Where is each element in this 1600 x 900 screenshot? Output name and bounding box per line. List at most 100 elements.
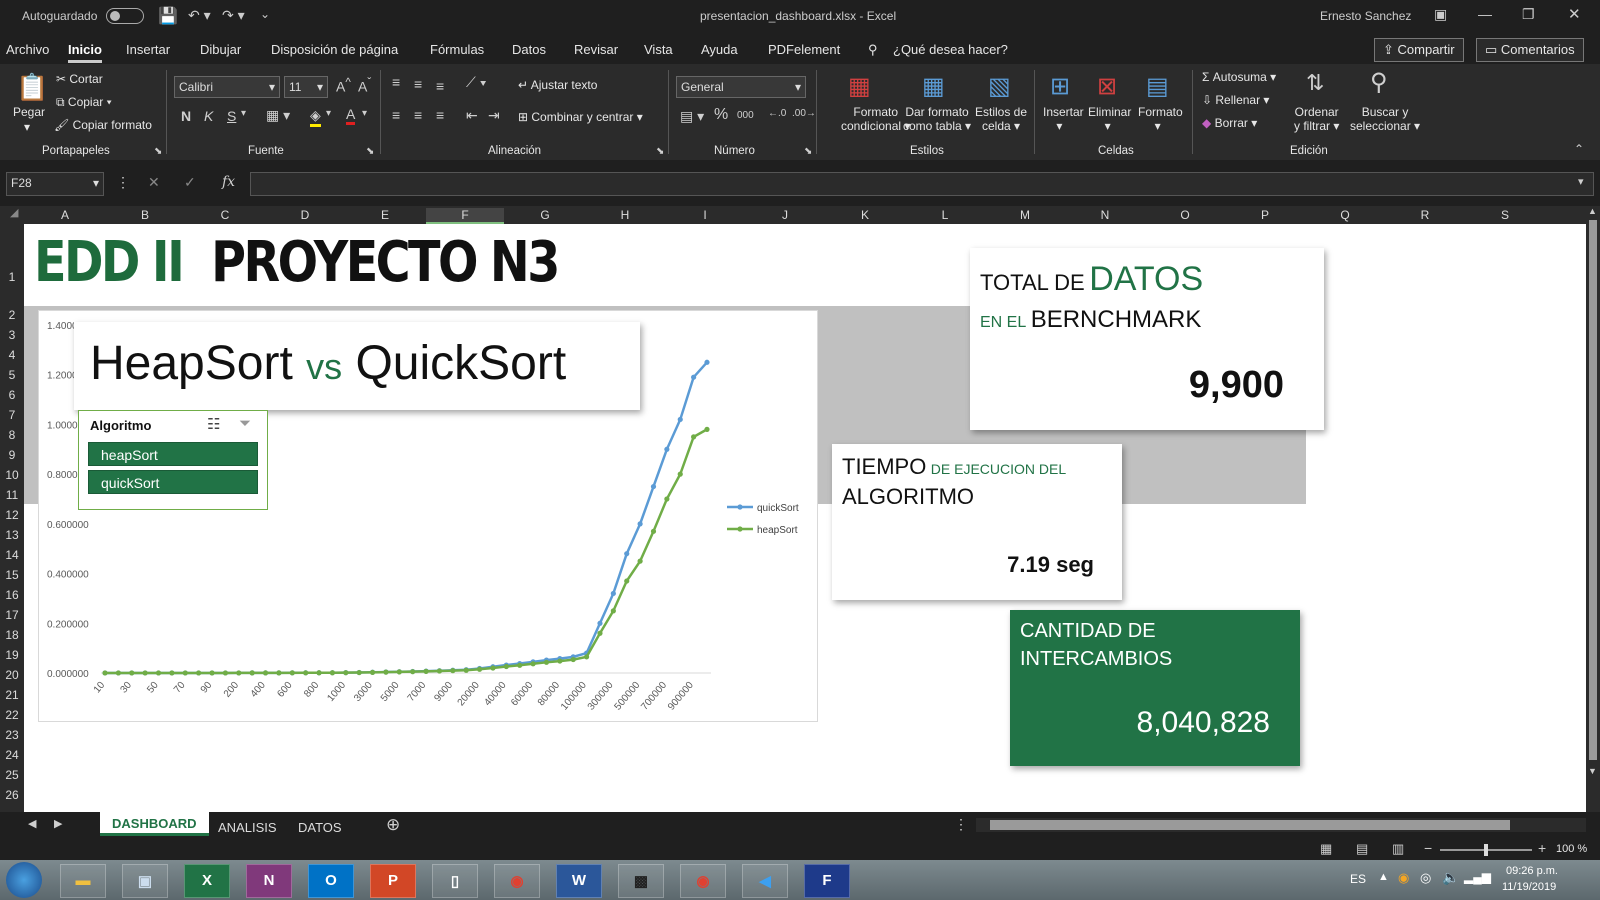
paste-dropdown-icon[interactable]: ▾ <box>24 120 30 134</box>
column-header[interactable]: S <box>1466 208 1544 222</box>
fill-button[interactable]: ⇩ Rellenar ▾ <box>1202 93 1269 107</box>
percent-icon[interactable]: % <box>714 106 728 124</box>
forms-app-icon[interactable]: F <box>804 864 850 898</box>
autosum-button[interactable]: Σ Autosuma ▾ <box>1202 70 1276 84</box>
font-color-icon[interactable]: A <box>346 106 356 125</box>
align-center-icon[interactable]: ≡ <box>414 107 422 123</box>
paste-button[interactable]: Pegar <box>13 105 45 119</box>
cancel-icon[interactable]: ✕ <box>148 174 160 191</box>
borders-icon[interactable]: ▦ ▾ <box>266 107 290 124</box>
row-header[interactable]: 17 <box>0 608 24 622</box>
column-header[interactable]: O <box>1146 208 1224 222</box>
increase-font-icon[interactable]: A^ <box>336 76 351 95</box>
row-header[interactable]: 16 <box>0 588 24 602</box>
checker-app-icon[interactable]: ▩ <box>618 864 664 898</box>
column-header[interactable]: R <box>1386 208 1464 222</box>
zoom-in-icon[interactable]: + <box>1538 840 1546 856</box>
undo-icon[interactable]: ↶ ▾ <box>188 7 211 24</box>
format-cells-icon[interactable]: ▤ <box>1146 72 1169 101</box>
underline-button[interactable]: S <box>227 108 236 124</box>
merge-center-button[interactable]: ⊞ Combinar y centrar ▾ <box>518 110 643 124</box>
chart-title-card[interactable]: HeapSort vs QuickSort <box>74 322 640 410</box>
column-header[interactable]: A <box>26 208 104 222</box>
row-header[interactable]: 6 <box>0 388 24 402</box>
align-bottom-icon[interactable]: ≡ <box>436 78 444 94</box>
row-header[interactable]: 21 <box>0 688 24 702</box>
tab-revisar[interactable]: Revisar <box>574 42 618 57</box>
row-header[interactable]: 9 <box>0 448 24 462</box>
clear-button[interactable]: ◆ Borrar ▾ <box>1202 116 1257 130</box>
row-header[interactable]: 7 <box>0 408 24 422</box>
find-select-button[interactable]: Buscar y seleccionar ▾ <box>1350 105 1420 133</box>
thousands-icon[interactable]: 000 <box>737 110 754 121</box>
chrome-app-icon[interactable]: ◉ <box>494 864 540 898</box>
tab-inicio[interactable]: Inicio <box>68 42 102 63</box>
sort-filter-button[interactable]: Ordenar y filtrar ▾ <box>1294 105 1339 133</box>
decrease-decimal-icon[interactable]: .00→ <box>792 108 816 119</box>
redo-icon[interactable]: ↷ ▾ <box>222 7 245 24</box>
insert-cells-icon[interactable]: ⊞ <box>1050 72 1070 101</box>
autosave-toggle[interactable] <box>106 8 144 24</box>
row-header[interactable]: 12 <box>0 508 24 522</box>
tab-datos[interactable]: Datos <box>512 42 546 57</box>
search-icon[interactable]: ⚲ <box>868 42 878 58</box>
clock-date[interactable]: 11/19/2019 <box>1502 881 1556 893</box>
sort-filter-icon[interactable]: ⇅ <box>1306 70 1324 96</box>
tab-dibujar[interactable]: Dibujar <box>200 42 241 57</box>
name-box[interactable]: F28 ▾ <box>6 172 104 196</box>
slicer-item-heapsort[interactable]: heapSort <box>88 442 258 466</box>
row-header[interactable]: 2 <box>0 308 24 322</box>
tab-formulas[interactable]: Fórmulas <box>430 42 484 57</box>
tab-disposicion[interactable]: Disposición de página <box>271 42 398 57</box>
sheet-tab-dashboard[interactable]: DASHBOARD <box>100 812 209 836</box>
volume-icon[interactable]: 🔈 <box>1442 869 1459 886</box>
expand-formula-icon[interactable]: ▾ <box>1578 175 1584 188</box>
dialog-launcher-icon[interactable]: ⬊ <box>366 146 374 157</box>
algoritmo-slicer[interactable]: Algoritmo ☷ ⏷ heapSort quickSort <box>78 410 268 510</box>
column-header[interactable]: K <box>826 208 904 222</box>
signal-icon[interactable]: ▂▄▆ <box>1464 870 1491 884</box>
start-button[interactable] <box>6 862 42 898</box>
more-options-icon[interactable]: ⋮ <box>116 174 130 191</box>
increase-decimal-icon[interactable]: ←.0 <box>768 108 786 119</box>
user-name[interactable]: Ernesto Sanchez <box>1320 9 1411 23</box>
customize-qat-icon[interactable]: ⌄ <box>260 7 270 21</box>
accounting-format-icon[interactable]: ▤ ▾ <box>680 108 704 125</box>
align-middle-icon[interactable]: ≡ <box>414 76 422 92</box>
row-header[interactable]: 3 <box>0 328 24 342</box>
paste-icon[interactable]: 📋 <box>16 72 48 103</box>
cut-button[interactable]: ✂ Cortar <box>56 72 103 86</box>
powerpoint-app-icon[interactable]: P <box>370 864 416 898</box>
normal-view-icon[interactable]: ▦ <box>1320 841 1332 857</box>
column-header[interactable]: C <box>186 208 264 222</box>
restore-icon[interactable]: ❐ <box>1522 6 1535 23</box>
zoom-level[interactable]: 100 % <box>1556 843 1587 855</box>
tab-vista[interactable]: Vista <box>644 42 673 57</box>
increase-indent-icon[interactable]: ⇥ <box>488 107 500 124</box>
row-header[interactable]: 1 <box>0 270 24 284</box>
comments-button[interactable]: ▭ Comentarios <box>1476 38 1584 62</box>
outlook-app-icon[interactable]: O <box>308 864 354 898</box>
row-header[interactable]: 11 <box>0 488 24 502</box>
dialog-launcher-icon[interactable]: ⬊ <box>656 146 664 157</box>
row-header[interactable]: 15 <box>0 568 24 582</box>
add-sheet-icon[interactable]: ⊕ <box>386 815 400 835</box>
save-icon[interactable]: 💾 <box>158 6 178 26</box>
tab-ayuda[interactable]: Ayuda <box>701 42 738 57</box>
select-all-icon[interactable]: ◢ <box>10 206 18 219</box>
horizontal-scrollbar[interactable] <box>976 818 1586 832</box>
chevron-down-icon[interactable]: ▾ <box>326 108 331 119</box>
chevron-down-icon[interactable]: ▾ <box>362 108 367 119</box>
tabs-options-icon[interactable]: ⋮ <box>954 816 968 833</box>
row-header[interactable]: 4 <box>0 348 24 362</box>
format-table-icon[interactable]: ▦ <box>922 72 945 101</box>
minimize-icon[interactable]: — <box>1478 6 1492 22</box>
tell-me-search[interactable]: ¿Qué desea hacer? <box>893 42 1008 57</box>
format-table-button[interactable]: Dar formato como tabla ▾ <box>903 105 971 133</box>
copy-button[interactable]: ⧉ Copiar ▾ <box>56 95 112 110</box>
column-header[interactable]: M <box>986 208 1064 222</box>
format-cells-button[interactable]: Formato ▾ <box>1138 105 1183 133</box>
font-name-select[interactable]: Calibri ▾ <box>174 76 280 98</box>
column-header[interactable]: D <box>266 208 344 222</box>
cell-styles-button[interactable]: Estilos de celda ▾ <box>975 105 1027 133</box>
